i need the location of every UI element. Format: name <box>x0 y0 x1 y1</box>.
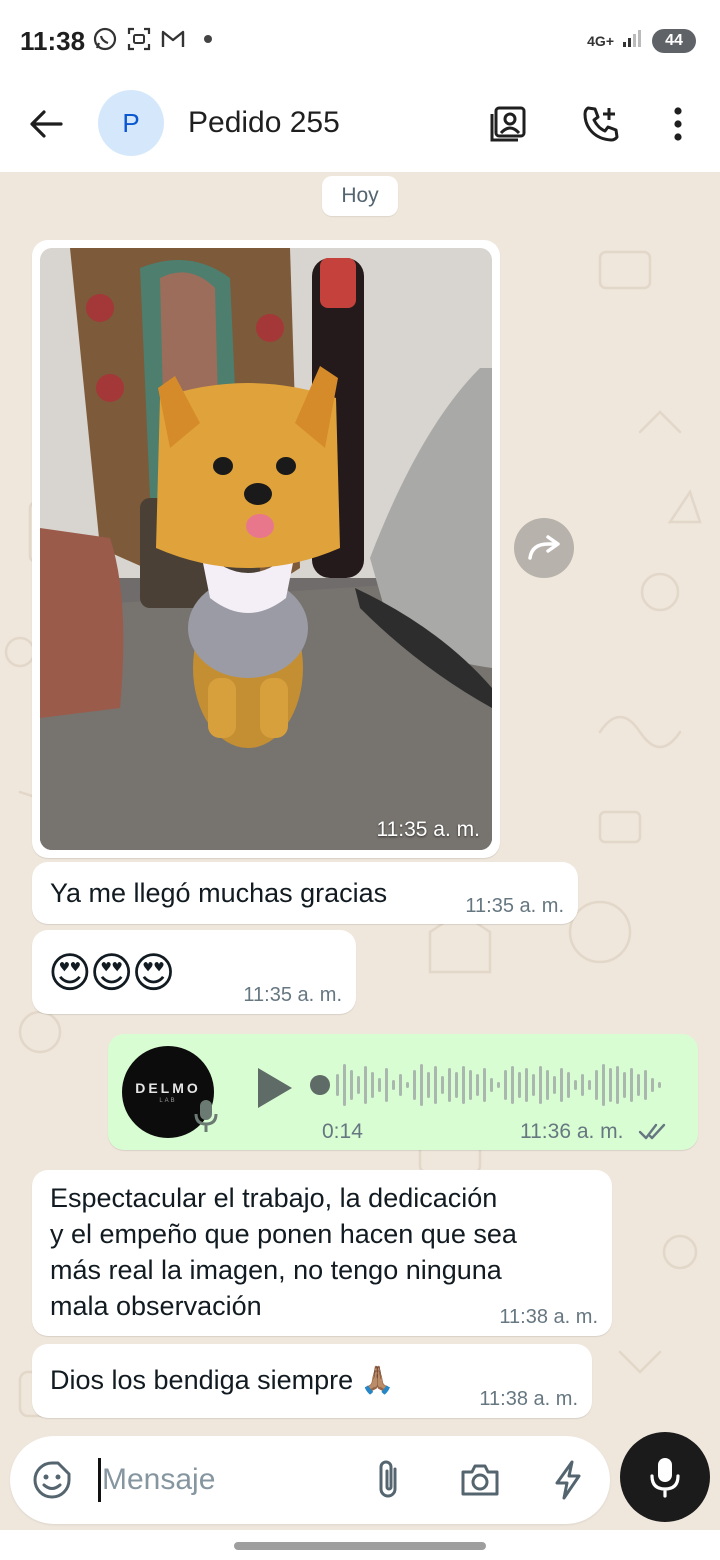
add-call-icon[interactable] <box>578 102 622 146</box>
audio-waveform[interactable] <box>308 1060 668 1110</box>
message-line: mala observación <box>50 1291 262 1321</box>
message-line: más real la imagen, no tengo ninguna <box>50 1255 502 1285</box>
message-emojis: 😍😍😍 <box>48 949 175 996</box>
message-text: Espectacular el trabajo, la dedicación y… <box>50 1180 517 1324</box>
notification-icons <box>92 26 212 52</box>
attach-icon[interactable] <box>366 1458 410 1502</box>
audio-duration: 0:14 <box>322 1120 363 1143</box>
chat-title[interactable]: Pedido 255 <box>188 106 340 140</box>
signal-icon <box>622 28 644 53</box>
microphone-icon <box>650 1458 680 1498</box>
image-message[interactable]: 11:35 a. m. <box>32 240 500 858</box>
screenshot-icon <box>126 26 152 52</box>
message-composer <box>10 1436 610 1524</box>
message-text: Ya me llegó muchas gracias <box>50 878 388 908</box>
contact-avatar[interactable]: P <box>98 90 164 156</box>
message-time: 11:36 a. m. <box>520 1120 624 1143</box>
avatar-brand: DELMO <box>135 1080 201 1096</box>
text-caret <box>98 1458 101 1502</box>
chat-area[interactable]: Hoy 11:35 a. m. Ya me llegó muchas graci… <box>0 172 720 1530</box>
message-text: Dios los bendiga siempre 🙏🏽 <box>50 1365 395 1395</box>
play-icon[interactable] <box>254 1066 294 1110</box>
text-message[interactable]: Espectacular el trabajo, la dedicación y… <box>32 1170 612 1336</box>
battery-indicator: 44 <box>652 28 696 53</box>
status-bar: 11:38 4G+ 44 <box>0 0 720 80</box>
avatar-subtitle: LAB <box>159 1098 177 1104</box>
message-time: 11:35 a. m. <box>243 984 342 1006</box>
back-button[interactable] <box>24 102 68 146</box>
dog-figurine-photo[interactable]: 11:35 a. m. <box>40 248 492 850</box>
mic-badge-icon <box>194 1098 218 1139</box>
camera-icon[interactable] <box>458 1458 502 1502</box>
message-line: Espectacular el trabajo, la dedicación <box>50 1183 498 1213</box>
read-receipt-icon <box>638 1122 670 1147</box>
contact-card-icon[interactable] <box>486 102 530 146</box>
sticker-icon[interactable] <box>30 1458 74 1502</box>
emoji-message[interactable]: 😍😍😍 11:35 a. m. <box>32 930 356 1014</box>
text-message[interactable]: Dios los bendiga siempre 🙏🏽 11:38 a. m. <box>32 1344 592 1418</box>
quick-reply-icon[interactable] <box>546 1458 590 1502</box>
gmail-icon <box>160 26 186 52</box>
message-time: 11:38 a. m. <box>479 1388 578 1410</box>
more-options-icon[interactable] <box>656 102 700 146</box>
chat-header: P Pedido 255 <box>0 80 720 172</box>
message-input[interactable] <box>102 1456 332 1504</box>
voice-message[interactable]: DELMO LAB 0:14 11:36 a. m. <box>108 1034 698 1150</box>
more-notifications-dot <box>204 35 212 43</box>
system-status: 4G+ 44 <box>587 28 696 53</box>
text-message[interactable]: Ya me llegó muchas gracias 11:35 a. m. <box>32 862 578 924</box>
status-time: 11:38 <box>20 26 86 56</box>
message-time: 11:35 a. m. <box>465 895 564 917</box>
home-indicator[interactable] <box>234 1542 486 1550</box>
message-time: 11:38 a. m. <box>499 1306 598 1328</box>
forward-button[interactable] <box>514 518 574 578</box>
message-line: y el empeño que ponen hacen que sea <box>50 1219 517 1249</box>
date-separator: Hoy <box>322 176 398 216</box>
message-time: 11:35 a. m. <box>376 818 480 841</box>
whatsapp-icon <box>92 26 118 52</box>
network-type: 4G+ <box>587 32 614 49</box>
voice-record-button[interactable] <box>620 1432 710 1522</box>
